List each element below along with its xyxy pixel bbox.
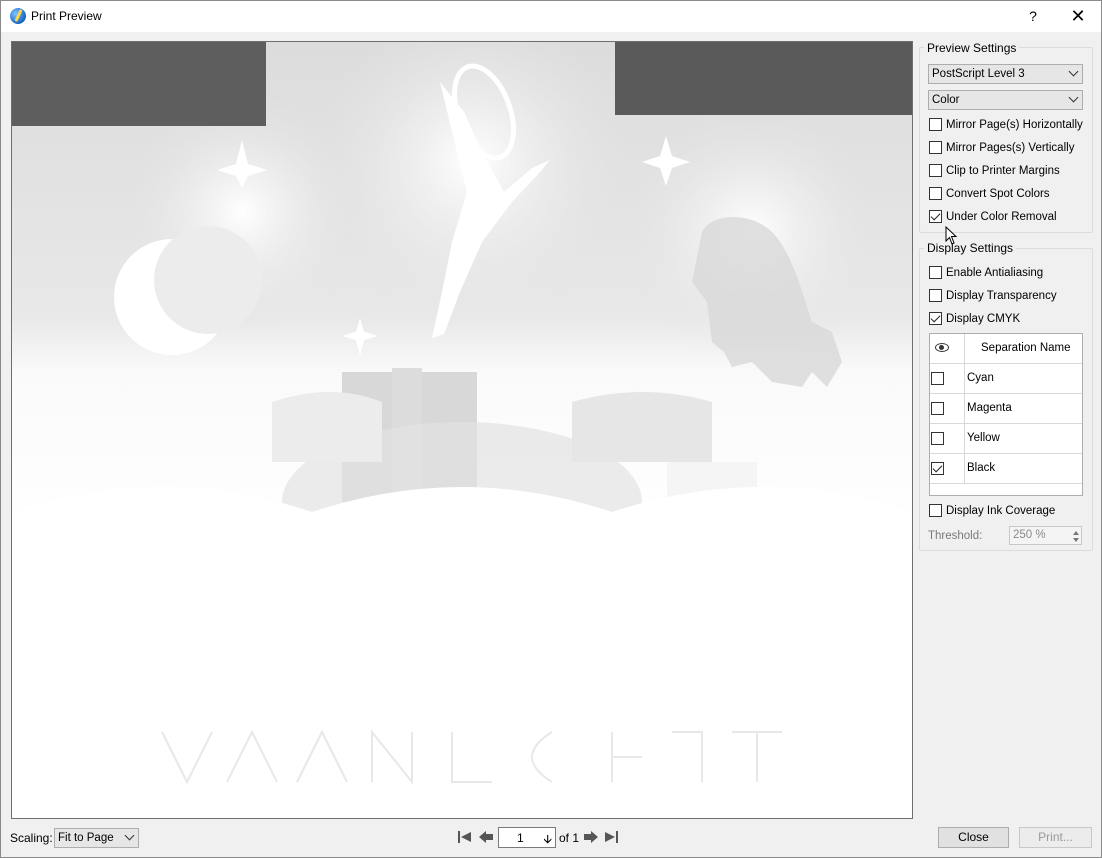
- checkbox-label: Under Color Removal: [946, 211, 1057, 223]
- postscript-level-select[interactable]: PostScript Level 3: [928, 64, 1083, 84]
- mouse-cursor-icon: [945, 226, 958, 245]
- spin-up-icon[interactable]: [1073, 531, 1079, 535]
- title-bar: Print Preview ? ✕: [1, 1, 1101, 32]
- checkbox-box[interactable]: [929, 141, 942, 154]
- checkbox-label: Mirror Page(s) Horizontally: [946, 119, 1083, 131]
- color-mode-select[interactable]: Color: [928, 90, 1083, 110]
- page-count-label: of 1: [559, 831, 580, 845]
- checkbox-box[interactable]: [929, 312, 942, 325]
- table-row[interactable]: Yellow: [930, 424, 1082, 454]
- separation-name-header: Separation Name: [981, 342, 1071, 354]
- close-button[interactable]: Close: [938, 827, 1009, 848]
- preview-canvas[interactable]: [11, 41, 913, 819]
- print-preview-dialog: Print Preview ? ✕ Preview Settings PostS…: [0, 0, 1102, 858]
- table-row[interactable]: Cyan: [930, 364, 1082, 394]
- visibility-checkbox[interactable]: [931, 402, 944, 415]
- eye-icon[interactable]: [935, 343, 949, 352]
- table-row[interactable]: Magenta: [930, 394, 1082, 424]
- last-page-icon[interactable]: [602, 829, 620, 845]
- chevron-down-icon: [1068, 92, 1079, 103]
- table-row[interactable]: Black: [930, 454, 1082, 484]
- prev-page-icon[interactable]: [477, 829, 495, 845]
- chevron-down-icon: [124, 830, 135, 841]
- scaling-select[interactable]: Fit to Page: [54, 828, 139, 848]
- visibility-cell: [930, 424, 965, 454]
- color-mode-value: Color: [932, 94, 960, 106]
- page-number-value: 1: [517, 831, 524, 845]
- display-settings-title: Display Settings: [924, 241, 1017, 255]
- scaling-value: Fit to Page: [58, 832, 114, 844]
- window-title: Print Preview: [31, 9, 102, 23]
- visibility-checkbox[interactable]: [931, 432, 944, 445]
- separation-name: Cyan: [967, 372, 994, 384]
- spin-down-icon[interactable]: [1073, 538, 1079, 542]
- checkbox-label: Display CMYK: [946, 313, 1021, 325]
- scaling-label: Scaling:: [10, 831, 53, 845]
- separations-header-row: Separation Name: [930, 334, 1082, 364]
- separation-name: Magenta: [967, 402, 1012, 414]
- checkbox-label: Clip to Printer Margins: [946, 165, 1060, 177]
- checkbox-box[interactable]: [929, 289, 942, 302]
- app-logo-icon: [10, 8, 26, 24]
- preview-artwork: [12, 42, 912, 818]
- checkbox-label: Convert Spot Colors: [946, 188, 1050, 200]
- threshold-value: 250 %: [1013, 529, 1046, 541]
- checkbox-label: Display Ink Coverage: [946, 505, 1056, 517]
- print-button[interactable]: Print...: [1019, 827, 1092, 848]
- close-window-button[interactable]: ✕: [1056, 1, 1100, 32]
- separation-name: Yellow: [967, 432, 1000, 444]
- dark-band-left: [12, 42, 266, 126]
- visibility-checkbox[interactable]: [931, 462, 944, 475]
- separations-table: Separation Name Cyan Magenta Yellow Blac…: [929, 333, 1083, 496]
- threshold-label: Threshold:: [928, 530, 983, 542]
- checkbox-box[interactable]: [929, 266, 942, 279]
- checkbox-label: Mirror Pages(s) Vertically: [946, 142, 1075, 154]
- visibility-checkbox[interactable]: [931, 372, 944, 385]
- first-page-icon[interactable]: [456, 829, 474, 845]
- checkbox-box[interactable]: [929, 164, 942, 177]
- checkbox-box[interactable]: [929, 504, 942, 517]
- arrow-down-icon[interactable]: 🡫: [543, 830, 552, 851]
- checkbox-label: Enable Antialiasing: [946, 267, 1044, 279]
- postscript-level-value: PostScript Level 3: [932, 68, 1025, 80]
- checkbox-box[interactable]: [929, 210, 942, 223]
- checkbox-box[interactable]: [929, 187, 942, 200]
- separation-name: Black: [967, 462, 996, 474]
- visibility-cell: [930, 394, 965, 424]
- preview-settings-title: Preview Settings: [924, 41, 1020, 55]
- eye-column: [930, 334, 965, 364]
- dark-band-right: [615, 42, 912, 115]
- threshold-spinbox[interactable]: 250 %: [1009, 526, 1082, 545]
- checkbox-box[interactable]: [929, 118, 942, 131]
- visibility-cell: [930, 364, 965, 394]
- help-button[interactable]: ?: [1011, 1, 1055, 32]
- visibility-cell: [930, 454, 965, 484]
- checkbox-label: Display Transparency: [946, 290, 1057, 302]
- page-number-input[interactable]: 1 🡫: [498, 827, 556, 848]
- chevron-down-icon: [1068, 66, 1079, 77]
- next-page-icon[interactable]: [582, 829, 600, 845]
